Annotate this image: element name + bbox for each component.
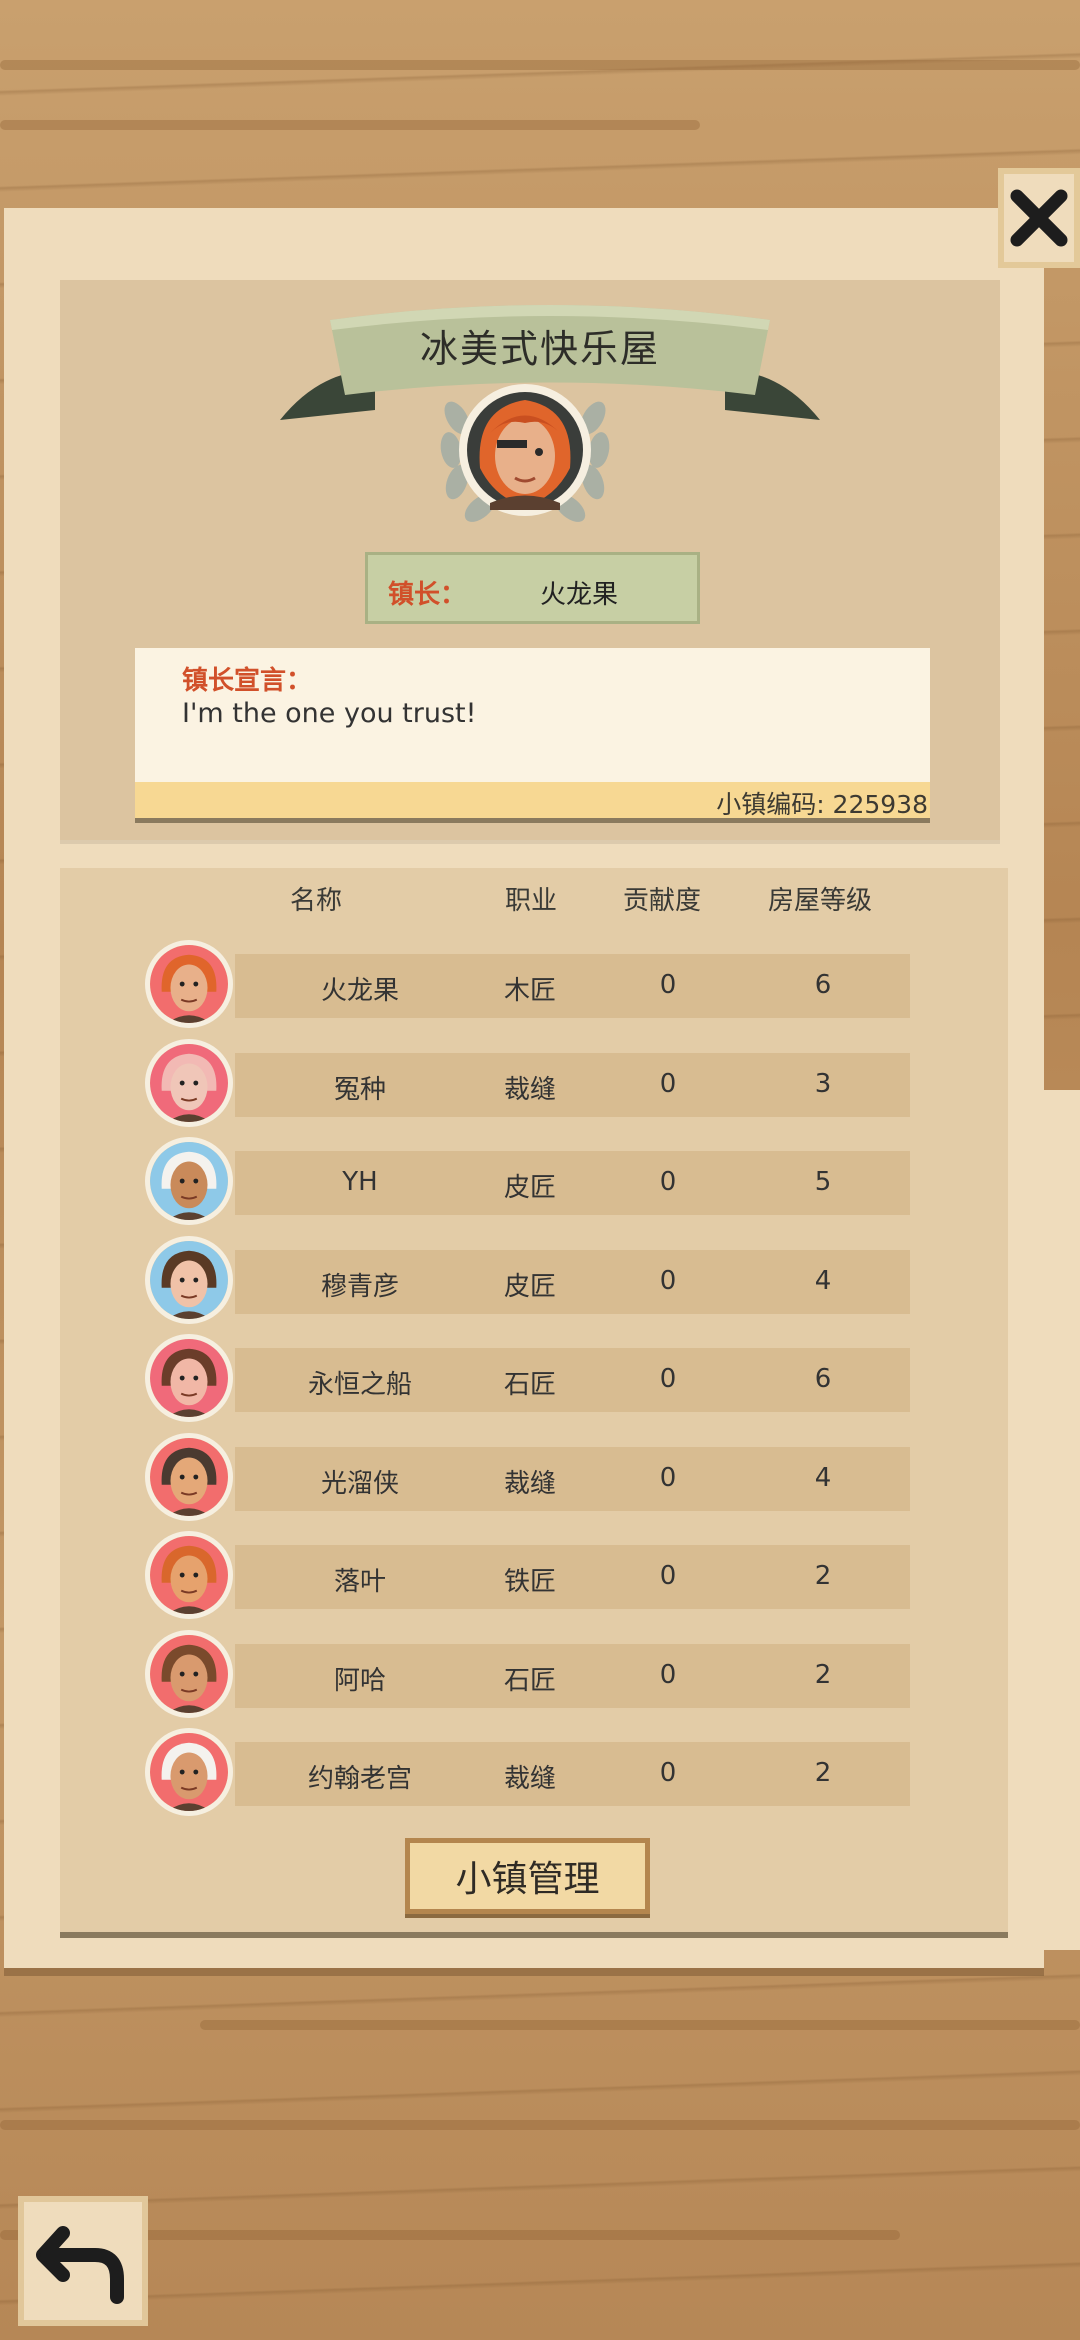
header-name: 名称 — [290, 886, 343, 916]
member-name: 光溜侠 — [320, 1469, 399, 1499]
member-avatar — [145, 1433, 233, 1521]
member-contribution: 0 — [659, 1758, 677, 1788]
close-button[interactable] — [998, 168, 1080, 268]
member-house-level: 2 — [814, 1660, 832, 1690]
member-name: YH — [342, 1167, 378, 1197]
member-avatar — [145, 1137, 233, 1225]
member-contribution: 0 — [659, 1463, 677, 1493]
member-avatar — [145, 1334, 233, 1422]
member-contribution: 0 — [659, 1561, 677, 1591]
wood-grain — [200, 2020, 1080, 2030]
member-name: 火龙果 — [320, 976, 399, 1006]
member-name: 永恒之船 — [307, 1370, 412, 1400]
member-avatar — [145, 1236, 233, 1324]
member-contribution: 0 — [659, 970, 677, 1000]
member-contribution: 0 — [659, 1660, 677, 1690]
back-button[interactable] — [18, 2196, 148, 2326]
member-job: 皮匠 — [503, 1272, 556, 1302]
member-avatar — [145, 1531, 233, 1619]
town-code: 小镇编码: 225938 — [716, 790, 928, 819]
header-job: 职业 — [505, 886, 558, 916]
town-name: 冰美式快乐屋 — [419, 327, 660, 371]
member-contribution: 0 — [659, 1167, 677, 1197]
member-avatar — [145, 940, 233, 1028]
header-house-level: 房屋等级 — [768, 886, 873, 916]
member-avatar — [145, 1039, 233, 1127]
close-x-icon — [1010, 189, 1068, 247]
member-job: 木匠 — [503, 976, 556, 1006]
member-name: 落叶 — [333, 1567, 386, 1597]
member-house-level: 6 — [814, 1364, 832, 1394]
member-house-level: 2 — [814, 1561, 832, 1591]
member-name: 穆青彦 — [320, 1272, 399, 1302]
mayor-name: 火龙果 — [540, 580, 619, 610]
member-contribution: 0 — [659, 1364, 677, 1394]
member-job: 皮匠 — [503, 1173, 556, 1203]
member-house-level: 2 — [814, 1758, 832, 1788]
member-job: 铁匠 — [503, 1567, 556, 1597]
member-job: 裁缝 — [503, 1075, 556, 1105]
wood-grain — [0, 2120, 1080, 2130]
member-job: 石匠 — [503, 1370, 556, 1400]
member-house-level: 6 — [814, 970, 832, 1000]
mayor-label: 镇长： — [388, 580, 467, 610]
member-avatar — [145, 1630, 233, 1718]
declaration-title: 镇长宣言： — [182, 666, 313, 696]
member-house-level: 4 — [814, 1266, 832, 1296]
member-house-level: 4 — [814, 1463, 832, 1493]
mayor-avatar — [440, 384, 610, 522]
wood-grain — [0, 120, 700, 130]
wood-grain — [0, 60, 1080, 70]
member-avatar — [145, 1728, 233, 1816]
member-contribution: 0 — [659, 1266, 677, 1296]
header-contribution: 贡献度 — [623, 886, 702, 916]
back-arrow-icon — [36, 2226, 124, 2304]
member-job: 石匠 — [503, 1666, 556, 1696]
member-job: 裁缝 — [503, 1469, 556, 1499]
member-name: 约翰老宫 — [307, 1764, 412, 1794]
declaration-text: I'm the one you trust! — [182, 698, 477, 729]
member-house-level: 5 — [814, 1167, 832, 1197]
member-name: 阿哈 — [333, 1666, 386, 1696]
member-name: 冤种 — [333, 1075, 386, 1105]
member-job: 裁缝 — [503, 1764, 556, 1794]
member-contribution: 0 — [659, 1069, 677, 1099]
town-manage-button[interactable]: 小镇管理 — [405, 1838, 650, 1914]
member-house-level: 3 — [814, 1069, 832, 1099]
